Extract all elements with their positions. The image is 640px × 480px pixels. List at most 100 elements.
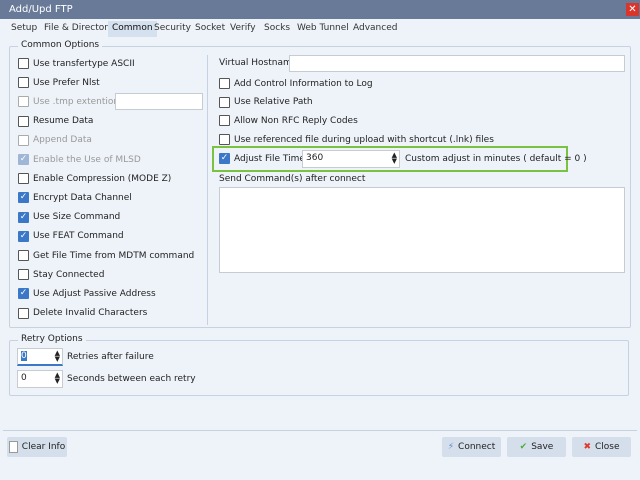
checkbox-icon (18, 77, 29, 89)
checkbox-use-prefer-nlst[interactable]: Use Prefer Nlst (18, 77, 100, 89)
checkbox-icon (18, 134, 29, 146)
checkbox-label: Enable Compression (MODE Z) (33, 173, 172, 184)
checkbox-icon: ✓ (18, 154, 29, 165)
checkbox-icon (18, 173, 29, 185)
tab-web-tunnel[interactable]: Web Tunnel (293, 21, 353, 37)
checkbox-allow-non-rfc-reply-codes[interactable]: Allow Non RFC Reply Codes (219, 115, 358, 127)
title-bar: Add/Upd FTP ✕ (0, 0, 640, 19)
checkbox-label: Encrypt Data Channel (33, 192, 132, 203)
checkbox-label: Use Adjust Passive Address (33, 288, 156, 299)
send-commands-textarea[interactable] (219, 187, 625, 273)
tab-security[interactable]: Security (150, 21, 195, 37)
checkbox-delete-invalid-characters[interactable]: Delete Invalid Characters (18, 307, 148, 319)
tab-socket[interactable]: Socket (191, 21, 229, 37)
button-label: Save (531, 442, 554, 452)
connect-button[interactable]: ⚡ Connect (442, 437, 501, 457)
tab-file-directory[interactable]: File & Directory (40, 21, 117, 37)
checkbox-icon (219, 134, 230, 146)
save-button[interactable]: ✔ Save (507, 437, 566, 457)
checkbox-label: Use Relative Path (234, 97, 313, 108)
tab-verify[interactable]: Verify (226, 21, 260, 37)
checkbox-icon: ✓ (18, 211, 29, 223)
checkbox-label: Append Data (33, 135, 92, 146)
virtual-hostname-input[interactable] (289, 55, 625, 72)
window-title: Add/Upd FTP (9, 4, 73, 15)
adjust-file-times-checkbox[interactable]: ✓ Adjust File Times (219, 153, 310, 164)
checkbox-icon (219, 78, 230, 89)
group-label: Common Options (18, 40, 103, 50)
retries-spinner[interactable]: 0 ▲ ▼ (17, 348, 63, 366)
send-commands-label: Send Command(s) after connect (219, 174, 366, 184)
checkbox-icon (18, 307, 29, 319)
tab-setup[interactable]: Setup (7, 21, 41, 37)
checkbox-label: Use FEAT Command (33, 231, 124, 242)
checkbox-encrypt-data-channel[interactable]: ✓ Encrypt Data Channel (18, 192, 132, 204)
checkbox-icon: ✓ (18, 288, 29, 300)
close-button[interactable]: ✖ Close (572, 437, 631, 457)
checkbox-enable-the-use-of-mlsd: ✓ Enable the Use of MLSD (18, 154, 141, 165)
spin-arrows-icon[interactable]: ▲ ▼ (55, 372, 60, 385)
checkbox-use-adjust-passive-address[interactable]: ✓ Use Adjust Passive Address (18, 288, 156, 300)
close-icon: ✖ (583, 442, 591, 452)
plug-icon: ⚡ (447, 442, 455, 452)
seconds-spinner[interactable]: 0 ▲ ▼ (17, 370, 63, 388)
checkbox-use-tmp-extention: Use .tmp extention (18, 96, 120, 108)
spin-arrows-icon[interactable]: ▲ ▼ (392, 152, 397, 165)
checkbox-use-relative-path[interactable]: Use Relative Path (219, 96, 313, 108)
spinner-value: 0 (21, 351, 27, 361)
checkbox-label: Add Control Information to Log (234, 78, 373, 89)
checkbox-enable-compression-mode-z[interactable]: Enable Compression (MODE Z) (18, 173, 172, 185)
checkbox-label: Stay Connected (33, 269, 105, 280)
group-label: Retry Options (18, 334, 86, 344)
checkbox-icon: ✓ (18, 230, 29, 242)
checkbox-label: Get File Time from MDTM command (33, 250, 195, 261)
retries-label: Retries after failure (67, 352, 154, 362)
divider (3, 430, 637, 431)
checkbox-use-referenced-file-during-upload-with-shortcut-lnk-files[interactable]: Use referenced file during upload with s… (219, 134, 494, 146)
tab-advanced[interactable]: Advanced (349, 21, 401, 37)
checkbox-use-size-command[interactable]: ✓ Use Size Command (18, 211, 121, 223)
checkbox-label: Enable the Use of MLSD (33, 154, 141, 165)
checkbox-icon (18, 250, 29, 261)
checkbox-label: Use referenced file during upload with s… (234, 134, 494, 145)
checkbox-label: Resume Data (33, 116, 94, 127)
checkbox-use-feat-command[interactable]: ✓ Use FEAT Command (18, 230, 124, 242)
spin-arrows-icon[interactable]: ▲ ▼ (55, 350, 60, 363)
checkbox-label: Delete Invalid Characters (33, 308, 148, 319)
tmp-extension-input[interactable] (115, 93, 203, 110)
adjust-minutes-spinner[interactable]: 360 ▲ ▼ (302, 150, 400, 168)
button-label: Close (595, 442, 620, 452)
button-label: Connect (458, 442, 496, 452)
checkbox-icon (219, 96, 230, 108)
tab-socks[interactable]: Socks (260, 21, 294, 37)
checkbox-icon: ✓ (18, 192, 29, 204)
clear-info-button[interactable]: Clear Info (7, 437, 67, 457)
checkbox-add-control-information-to-log[interactable]: Add Control Information to Log (219, 78, 373, 89)
document-icon (8, 441, 18, 453)
tab-bar: Setup File & Directory Common Security Socke… (0, 19, 640, 37)
checkbox-use-transfertype-ascii[interactable]: Use transfertype ASCII (18, 58, 135, 69)
checkbox-stay-connected[interactable]: Stay Connected (18, 269, 105, 281)
checkbox-label: Use Prefer Nlst (33, 77, 100, 88)
checkbox-icon: ✓ (219, 153, 230, 164)
checkbox-append-data: Append Data (18, 134, 92, 146)
checkbox-label: Adjust File Times (234, 153, 310, 164)
checkbox-get-file-time-from-mdtm-command[interactable]: Get File Time from MDTM command (18, 250, 194, 261)
checkbox-icon (18, 96, 29, 108)
spinner-value: 360 (306, 153, 324, 163)
checkbox-label: Use .tmp extention (33, 96, 120, 107)
close-window-button[interactable]: ✕ (626, 3, 639, 16)
checkbox-label: Allow Non RFC Reply Codes (234, 115, 358, 126)
divider (207, 55, 208, 325)
checkbox-icon (18, 115, 29, 127)
checkbox-icon (18, 269, 29, 281)
checkbox-icon (18, 58, 29, 69)
checkbox-label: Use transfertype ASCII (33, 58, 135, 69)
checkbox-icon (219, 115, 230, 127)
checkmark-icon: ✔ (519, 442, 528, 452)
seconds-label: Seconds between each retry (67, 374, 196, 384)
retry-options-group: Retry Options (9, 334, 629, 396)
checkbox-label: Use Size Command (33, 212, 121, 223)
checkbox-resume-data[interactable]: Resume Data (18, 115, 94, 127)
spinner-value: 0 (21, 373, 27, 383)
